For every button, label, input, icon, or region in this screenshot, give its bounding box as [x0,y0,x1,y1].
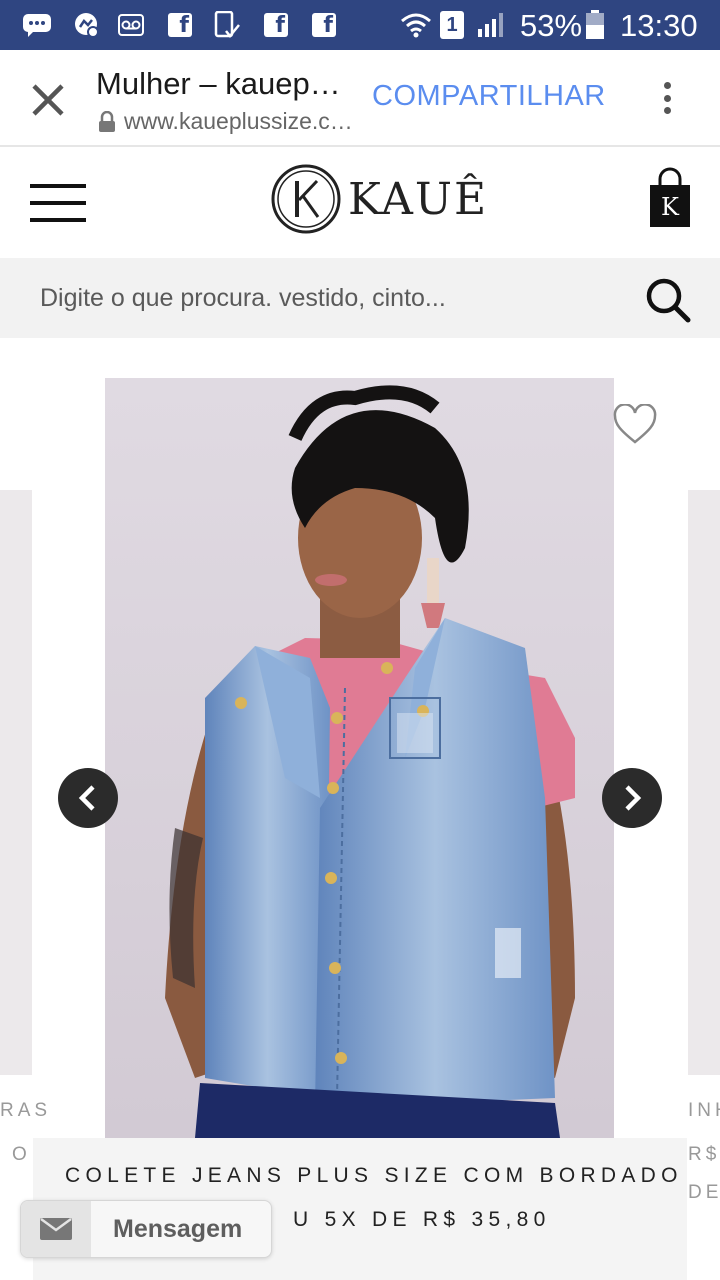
next-product-name-fragment: INH [688,1100,720,1121]
product-card-frame [614,378,688,1138]
product-name[interactable]: COLETE JEANS PLUS SIZE COM BORDADO [65,1164,683,1188]
clock: 13:30 [620,8,698,43]
sim-icon: 1 [440,11,464,39]
carousel-next-button[interactable] [602,768,662,828]
site-header: KAUÊ K [0,149,720,257]
sim-badge: 1 [440,11,464,39]
battery-percent: 53% [520,8,583,43]
wifi-icon [400,11,432,39]
more-options-icon[interactable] [652,78,682,118]
search-bar [0,258,720,338]
chevron-right-icon [625,785,642,811]
phone-check-icon [214,11,240,39]
product-image[interactable] [105,378,614,1138]
battery-icon [585,10,605,39]
heart-icon[interactable] [612,404,658,446]
logo-mark-icon [271,164,341,234]
status-bar: f f f 1 53% 13:30 [0,0,720,50]
next-product-installment-fragment: DE [688,1182,720,1203]
chat-icon [22,11,52,39]
page-title: Mulher – kauep… [96,66,341,101]
share-button[interactable]: COMPARTILHAR [372,80,606,113]
message-button[interactable]: Mensagem [20,1200,272,1258]
search-input[interactable] [40,280,600,316]
site-logo[interactable]: KAUÊ [270,163,488,235]
next-product-price-fragment: R$ [688,1144,720,1165]
logo-text: KAUÊ [348,173,489,225]
prev-product-name-fragment: RAS [0,1100,52,1121]
hamburger-menu-icon[interactable] [30,184,86,222]
page-url: www.kaueplussize.c… [124,108,353,134]
next-product-card[interactable] [688,490,720,1075]
prev-product-price-fragment: O [12,1144,31,1165]
facebook-icon: f [312,11,336,39]
cart-letter: K [661,193,679,221]
lock-icon [99,110,115,132]
chevron-left-icon [78,785,95,811]
shopping-bag-icon[interactable]: K [648,165,692,229]
browser-toolbar: Mulher – kauep… www.kaueplussize.c… COMP… [0,50,720,147]
product-carousel: RAS O INH R$ DE [0,338,720,1280]
voicemail-icon [118,11,144,39]
messenger-icon [72,11,100,39]
facebook-icon: f [264,11,288,39]
close-icon[interactable] [26,78,70,122]
carousel-prev-button[interactable] [58,768,118,828]
search-icon[interactable] [644,276,692,324]
signal-icon [476,11,508,39]
envelope-icon [21,1201,91,1257]
product-price-text: U 5X DE R$ 35,80 [293,1208,551,1231]
prev-product-card[interactable] [0,490,32,1075]
message-label: Mensagem [113,1214,243,1243]
url-row: www.kaueplussize.c… [98,108,353,135]
facebook-icon: f [168,11,192,39]
